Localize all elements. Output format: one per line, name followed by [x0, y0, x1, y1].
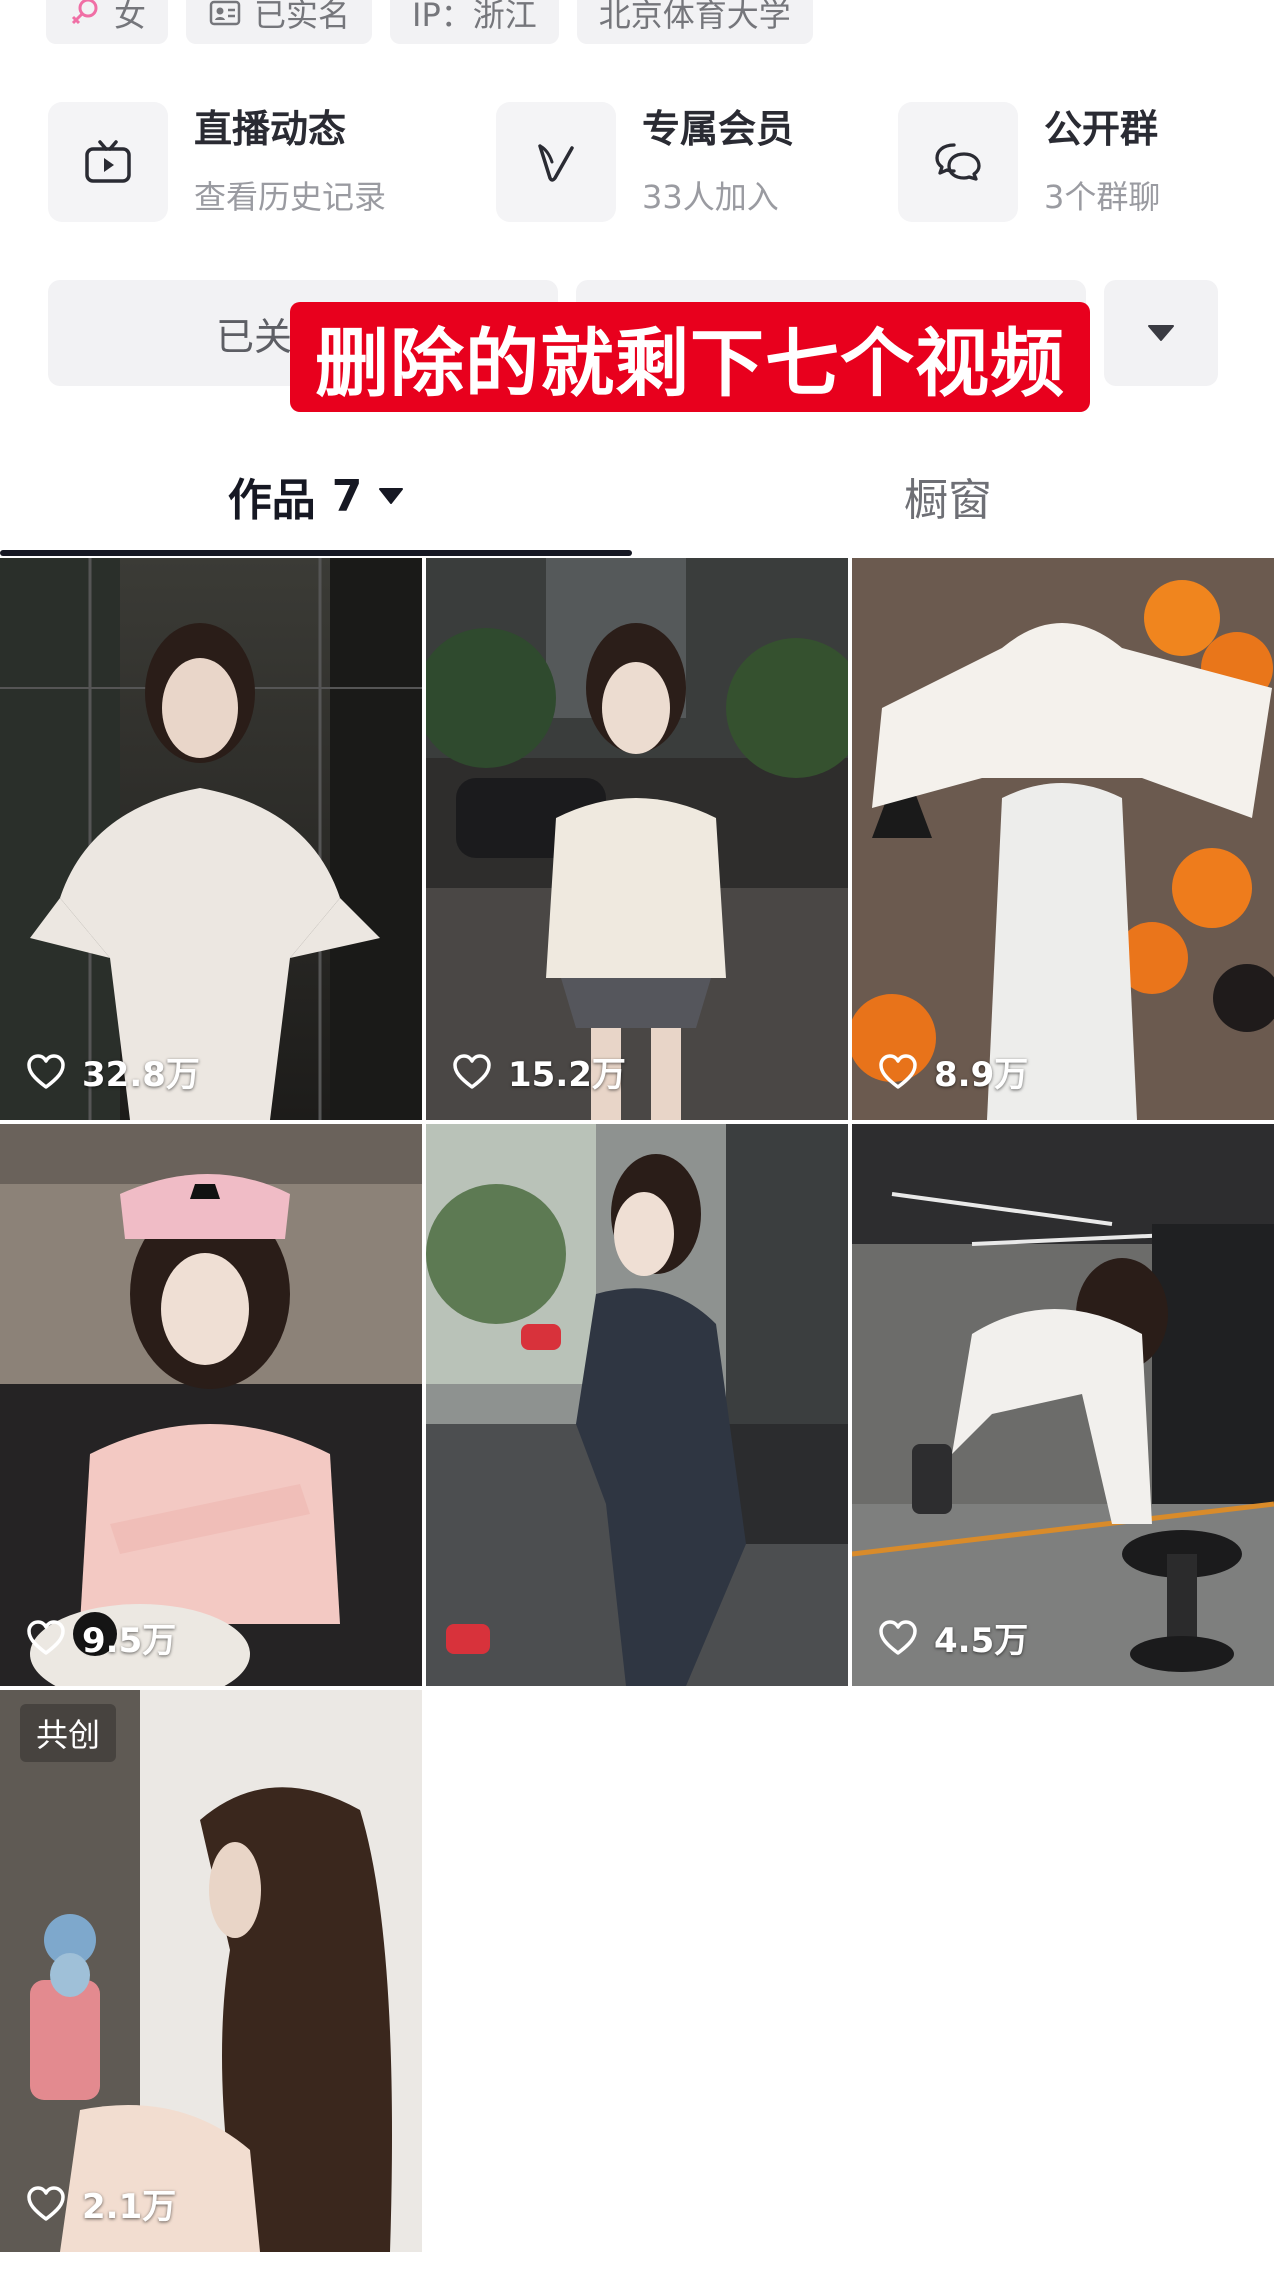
co-creation-badge: 共创: [20, 1704, 117, 1762]
sort-dropdown-icon[interactable]: [378, 486, 404, 506]
tv-icon: [85, 140, 131, 183]
profile-tabs: 作品 7 橱窗: [0, 440, 1284, 560]
school-tag[interactable]: 北京体育大学: [576, 0, 813, 44]
tab-works-count: 7: [331, 470, 363, 522]
chat-bubbles-icon: [935, 143, 981, 181]
video-cover-image: [0, 1124, 422, 1686]
id-card-icon: [209, 0, 241, 26]
feature-group-sub: 3个群聊: [1044, 178, 1161, 216]
feature-vip-title: 专属会员: [642, 107, 795, 151]
video-cover-image: [0, 1690, 422, 2252]
like-count: 15.2万: [452, 1047, 626, 1096]
video-thumbnail[interactable]: 9.5万: [0, 1124, 422, 1686]
feature-vip[interactable]: 专属会员 33人加入: [496, 100, 794, 224]
video-thumbnail[interactable]: [426, 1124, 848, 1686]
tab-works-label: 作品: [227, 475, 316, 526]
video-thumbnail[interactable]: 8.9万: [852, 558, 1274, 1120]
heart-icon: [879, 1053, 917, 1089]
video-cover-image: [852, 558, 1274, 1120]
like-count: 4.5万: [878, 1613, 1028, 1662]
video-caption-overlay: 删除的就剩下七个视频: [290, 302, 1090, 412]
gender-tag: 女: [46, 0, 169, 44]
video-thumbnail[interactable]: 共创 2.1万: [0, 1690, 422, 2252]
ip-label: IP：浙江: [412, 0, 537, 34]
vip-icon: [538, 144, 574, 182]
tab-works[interactable]: 作品 7: [0, 440, 632, 552]
video-thumbnail[interactable]: 4.5万: [852, 1124, 1274, 1686]
video-cover-image: [852, 1124, 1274, 1686]
tab-showcase[interactable]: 橱窗: [632, 440, 1264, 552]
heart-icon: [879, 1619, 917, 1655]
heart-icon: [27, 1619, 65, 1655]
gender-label: 女: [114, 0, 147, 34]
like-count: 2.1万: [26, 2179, 176, 2228]
heart-icon: [453, 1053, 491, 1089]
heart-icon: [27, 1053, 65, 1089]
video-cover-image: [0, 558, 422, 1120]
video-cover-image: [426, 558, 848, 1120]
female-icon: [71, 0, 98, 25]
video-thumbnail[interactable]: 32.8万: [0, 558, 422, 1120]
heart-icon: [27, 2185, 65, 2221]
feature-vip-sub: 33人加入: [642, 178, 779, 216]
tab-showcase-label: 橱窗: [904, 475, 992, 526]
more-options-button[interactable]: [1104, 280, 1218, 386]
video-thumbnail[interactable]: 15.2万: [426, 558, 848, 1120]
school-label: 北京体育大学: [598, 0, 791, 34]
triangle-down-icon: [1148, 325, 1174, 341]
feature-group[interactable]: 公开群 3个群聊: [898, 100, 1160, 224]
like-count: 8.9万: [878, 1047, 1028, 1096]
feature-live[interactable]: 直播动态 查看历史记录: [48, 100, 386, 224]
verified-label: 已实名: [254, 0, 351, 34]
ip-tag: IP：浙江: [390, 0, 559, 44]
verified-tag: 已实名: [186, 0, 373, 44]
feature-live-sub: 查看历史记录: [194, 178, 387, 216]
active-tab-indicator: [0, 550, 632, 556]
feature-live-title: 直播动态: [194, 107, 347, 151]
video-cover-image: [426, 1124, 848, 1686]
feature-group-title: 公开群: [1044, 107, 1159, 151]
profile-tags: 女 已实名 IP：浙江 北京体育大学: [46, 0, 813, 44]
followed-label: 已关: [216, 314, 293, 359]
like-count: 32.8万: [26, 1047, 200, 1096]
like-count: 9.5万: [26, 1613, 176, 1662]
